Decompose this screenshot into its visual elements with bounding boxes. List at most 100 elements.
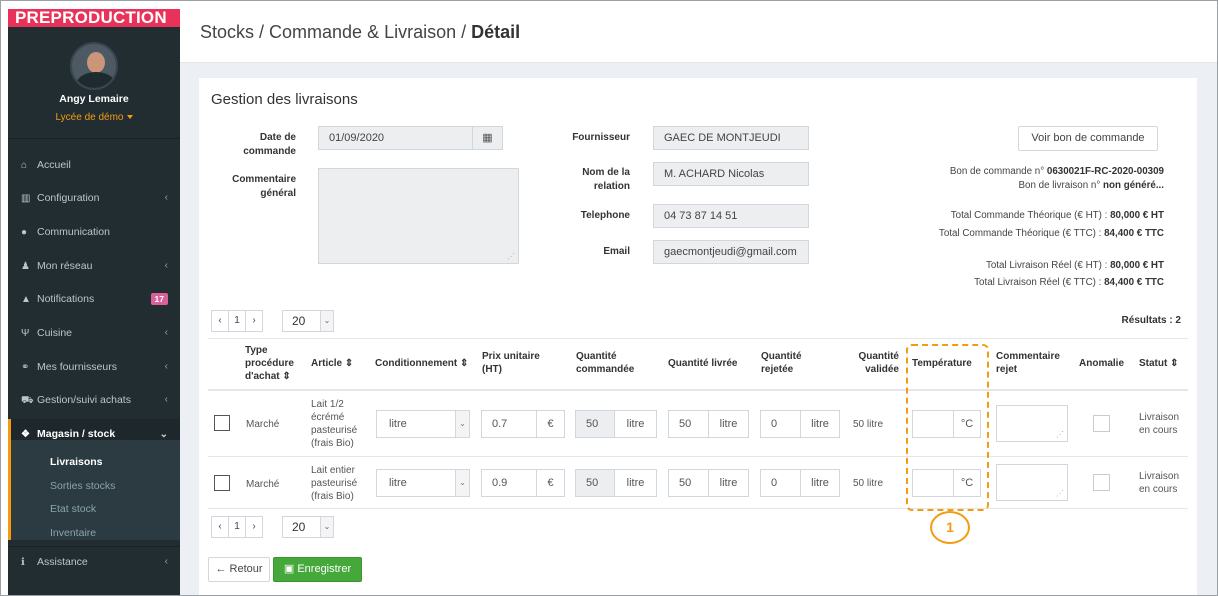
nav-item-communication[interactable]: ● Communication xyxy=(8,217,180,247)
cutlery-icon: Ψ xyxy=(21,328,30,339)
chevron-down-icon: ⌄ xyxy=(320,517,333,537)
divider xyxy=(208,508,1188,509)
avatar[interactable] xyxy=(70,42,118,90)
sub-item-sorties[interactable]: Sorties stocks xyxy=(50,480,115,492)
view-order-button[interactable]: Voir bon de commande xyxy=(1018,126,1158,151)
page-size-select[interactable]: 20 ⌄ xyxy=(282,310,334,332)
divider xyxy=(8,138,180,139)
nav-label: Accueil xyxy=(37,159,71,171)
col-statut[interactable]: Statut ⇕ xyxy=(1139,357,1179,370)
row-statut: Livraison en cours xyxy=(1139,471,1180,495)
delivery-number: Bon de livraison n° non généré... xyxy=(1018,180,1165,191)
row-type: Marché xyxy=(246,419,280,430)
next-page-button[interactable]: › xyxy=(245,310,263,332)
total-delivery-ttc: Total Livraison Réel (€ TTC) : 84,400 € … xyxy=(974,277,1164,288)
user-name: Angy Lemaire xyxy=(59,93,129,105)
page-1-button[interactable]: 1 xyxy=(228,310,246,332)
chevron-left-icon: ‹ xyxy=(164,394,168,405)
annotation-highlight xyxy=(906,344,989,511)
col-qte-livree: Quantité livrée xyxy=(668,358,738,369)
comments-icon: ● xyxy=(21,227,28,238)
nav-label: Assistance xyxy=(37,556,88,568)
anomalie-checkbox[interactable] xyxy=(1093,474,1110,491)
row-article: Lait entier pasteurisé (frais Bio) xyxy=(311,465,358,502)
email-field: gaecmontjeudi@gmail.com xyxy=(653,240,809,264)
school-dropdown[interactable]: Lycée de démo xyxy=(8,112,180,123)
prev-page-button[interactable]: ‹ xyxy=(211,516,229,538)
conditionnement-select[interactable]: litre ⌄ xyxy=(376,410,470,438)
chevron-left-icon: ‹ xyxy=(164,361,168,372)
chevron-down-icon: ⌄ xyxy=(455,411,469,437)
sub-item-etat[interactable]: Etat stock xyxy=(50,503,96,515)
chevron-left-icon: ‹ xyxy=(164,327,168,338)
cart-icon: ⛟ xyxy=(21,395,34,406)
qte-rejetee-input[interactable]: 0 litre xyxy=(760,469,840,497)
nav-label: Cuisine xyxy=(37,327,73,339)
order-number: Bon de commande n° 0630021F-RC-2020-0030… xyxy=(949,166,1164,177)
fournisseur-field: GAEC DE MONTJEUDI xyxy=(653,126,809,150)
prix-input[interactable]: 0.7 € xyxy=(481,410,565,438)
col-article[interactable]: Article ⇕ xyxy=(311,357,353,370)
calendar-icon[interactable]: ▦ xyxy=(472,127,502,149)
col-qte-commandee: Quantité commandée xyxy=(576,351,635,375)
nav-item-fournisseurs[interactable]: ⚭ Mes fournisseurs ‹ xyxy=(8,352,180,382)
qte-commandee-field: 50 litre xyxy=(575,469,657,497)
breadcrumb: Stocks / Commande & Livraison / Détail xyxy=(200,22,520,43)
resize-grip-icon: ⋰ xyxy=(507,252,515,261)
email-label: Email xyxy=(603,246,630,257)
info-icon: ℹ xyxy=(21,557,25,568)
nav-label: Magasin / stock xyxy=(37,428,116,440)
qte-validee: 50 litre xyxy=(853,478,884,489)
nav-label: Communication xyxy=(37,226,110,238)
nav-item-notifications[interactable]: ▲ Notifications 17 xyxy=(8,284,180,314)
bank-icon: ▥ xyxy=(21,193,31,204)
breadcrumb-path[interactable]: Stocks / Commande & Livraison / xyxy=(200,22,471,42)
top-bar: Stocks / Commande & Livraison / Détail xyxy=(180,2,1217,63)
next-page-button[interactable]: › xyxy=(245,516,263,538)
anomalie-checkbox[interactable] xyxy=(1093,415,1110,432)
col-conditionnement[interactable]: Conditionnement ⇕ xyxy=(375,357,468,370)
row-checkbox[interactable] xyxy=(214,475,230,491)
env-badge: PREPRODUCTION xyxy=(8,9,180,27)
nav-item-accueil[interactable]: ⌂ Accueil xyxy=(8,150,180,180)
col-prix: Prix unitaire (HT) xyxy=(482,351,540,375)
chevron-left-icon: ‹ xyxy=(164,556,168,567)
col-type[interactable]: Type procédure d'achat ⇕ xyxy=(245,344,294,383)
floppy-disk-icon: ▣ xyxy=(283,563,295,575)
chevron-left-icon: ‹ xyxy=(164,260,168,271)
prev-page-button[interactable]: ‹ xyxy=(211,310,229,332)
relation-field: M. ACHARD Nicolas xyxy=(653,162,809,186)
nav-label: Notifications xyxy=(37,293,95,305)
nav-item-achats[interactable]: ⛟ Gestion/suivi achats ‹ xyxy=(8,385,180,415)
resize-grip-icon: ⋰ xyxy=(1056,430,1064,439)
qte-rejetee-input[interactable]: 0 litre xyxy=(760,410,840,438)
back-button[interactable]: ← Retour xyxy=(208,557,270,582)
conditionnement-select[interactable]: litre ⌄ xyxy=(376,469,470,497)
nav-item-assistance[interactable]: ℹ Assistance ‹ xyxy=(8,546,180,576)
telephone-label: Telephone xyxy=(580,210,630,221)
nav-item-configuration[interactable]: ▥ Configuration ‹ xyxy=(8,183,180,213)
page-1-button[interactable]: 1 xyxy=(228,516,246,538)
breadcrumb-current: Détail xyxy=(471,22,521,42)
commentaire-rejet-textarea[interactable]: ⋰ xyxy=(996,464,1068,501)
qte-livree-input[interactable]: 50 litre xyxy=(668,410,749,438)
nav-label: Mes fournisseurs xyxy=(37,361,117,373)
qte-livree-input[interactable]: 50 litre xyxy=(668,469,749,497)
panel-title: Gestion des livraisons xyxy=(211,91,358,108)
handshake-icon: ⚭ xyxy=(21,362,30,373)
date-input[interactable]: 01/09/2020 ▦ xyxy=(318,126,503,150)
commentaire-rejet-textarea[interactable]: ⋰ xyxy=(996,405,1068,442)
sub-item-livraisons[interactable]: Livraisons xyxy=(50,456,103,468)
nav-item-reseau[interactable]: ♟ Mon réseau ‹ xyxy=(8,251,180,281)
row-checkbox[interactable] xyxy=(214,415,230,431)
nav-item-cuisine[interactable]: Ψ Cuisine ‹ xyxy=(8,318,180,348)
col-qte-validee: Quantité validée xyxy=(858,351,899,375)
annotation-marker: 1 xyxy=(930,511,970,544)
comment-textarea[interactable]: ⋰ xyxy=(318,168,519,264)
app-window: PREPRODUCTION Angy Lemaire Lycée de démo… xyxy=(0,0,1218,596)
page-size-select[interactable]: 20 ⌄ xyxy=(282,516,334,538)
prix-input[interactable]: 0.9 € xyxy=(481,469,565,497)
save-button[interactable]: ▣ Enregistrer xyxy=(273,557,362,582)
sub-item-inventaire[interactable]: Inventaire xyxy=(50,527,96,539)
chevron-down-icon: ⌄ xyxy=(455,470,469,496)
